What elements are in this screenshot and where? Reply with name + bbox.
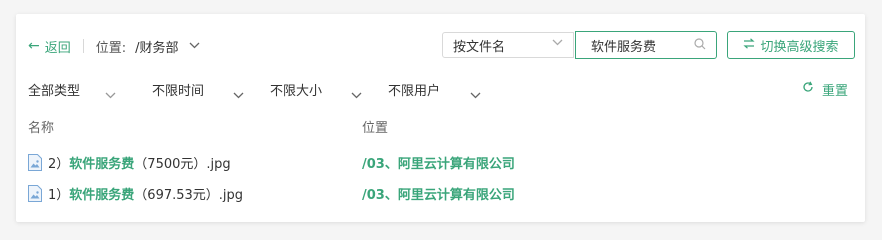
table-row[interactable]: 1）软件服务费（697.53元）.jpg	[28, 182, 243, 204]
table-row[interactable]: 2）软件服务费（7500元）.jpg	[28, 151, 231, 173]
filter-user[interactable]: 不限用户	[388, 78, 440, 100]
filter-size-label: 不限大小	[270, 83, 323, 99]
location-bar: ← 返回 位置: /财务部	[28, 34, 200, 58]
search-query: 软件服务费	[591, 39, 657, 55]
location-value[interactable]: /财务部	[135, 37, 178, 56]
chevron-down-icon	[552, 38, 563, 49]
switch-icon	[743, 38, 756, 52]
search-results-panel: ← 返回 位置: /财务部 按文件名 软件服务费 切换高级搜索 全部类型 不限时…	[16, 14, 865, 222]
advanced-search-button[interactable]: 切换高级搜索	[727, 31, 855, 59]
reset-label: 重置	[822, 83, 849, 99]
file-name-prefix: 2）	[48, 156, 70, 172]
file-name-suffix: （7500元）.jpg	[134, 156, 231, 172]
column-header-name[interactable]: 名称	[28, 117, 54, 136]
filter-type[interactable]: 全部类型	[28, 78, 80, 100]
back-label: 返回	[44, 40, 71, 56]
file-path-link[interactable]: /03、阿里云计算有限公司	[362, 153, 515, 172]
filter-time-label: 不限时间	[152, 83, 205, 99]
refresh-icon	[802, 81, 814, 97]
chevron-down-icon[interactable]	[105, 84, 116, 103]
filter-size[interactable]: 不限大小	[270, 78, 322, 100]
column-header-location[interactable]: 位置	[362, 117, 388, 136]
filter-user-label: 不限用户	[388, 83, 441, 99]
file-name-suffix: （697.53元）.jpg	[134, 187, 244, 203]
file-name-highlight: 软件服务费	[69, 187, 135, 203]
chevron-down-icon[interactable]	[189, 41, 200, 52]
image-file-icon	[28, 184, 42, 202]
search-input[interactable]: 软件服务费	[575, 31, 717, 59]
filter-time[interactable]: 不限时间	[152, 78, 204, 100]
search-icon[interactable]	[694, 38, 706, 54]
file-name[interactable]: 1）软件服务费（697.53元）.jpg	[48, 184, 243, 203]
image-file-icon	[28, 153, 42, 171]
file-name-prefix: 1）	[48, 187, 70, 203]
chevron-down-icon[interactable]	[351, 84, 362, 103]
chevron-down-icon[interactable]	[233, 84, 244, 103]
file-name-highlight: 软件服务费	[69, 156, 135, 172]
divider	[82, 39, 84, 53]
advanced-search-label: 切换高级搜索	[760, 39, 839, 55]
location-label: 位置:	[95, 40, 127, 56]
filter-type-label: 全部类型	[28, 83, 81, 99]
arrow-left-icon: ←	[28, 38, 40, 54]
chevron-down-icon[interactable]	[470, 84, 481, 103]
back-button[interactable]: ← 返回	[28, 37, 71, 56]
search-mode-value: 按文件名	[453, 39, 506, 55]
reset-button[interactable]: 重置	[802, 78, 848, 100]
search-mode-select[interactable]: 按文件名	[442, 32, 574, 58]
file-name[interactable]: 2）软件服务费（7500元）.jpg	[48, 153, 231, 172]
file-path-link[interactable]: /03、阿里云计算有限公司	[362, 184, 515, 203]
